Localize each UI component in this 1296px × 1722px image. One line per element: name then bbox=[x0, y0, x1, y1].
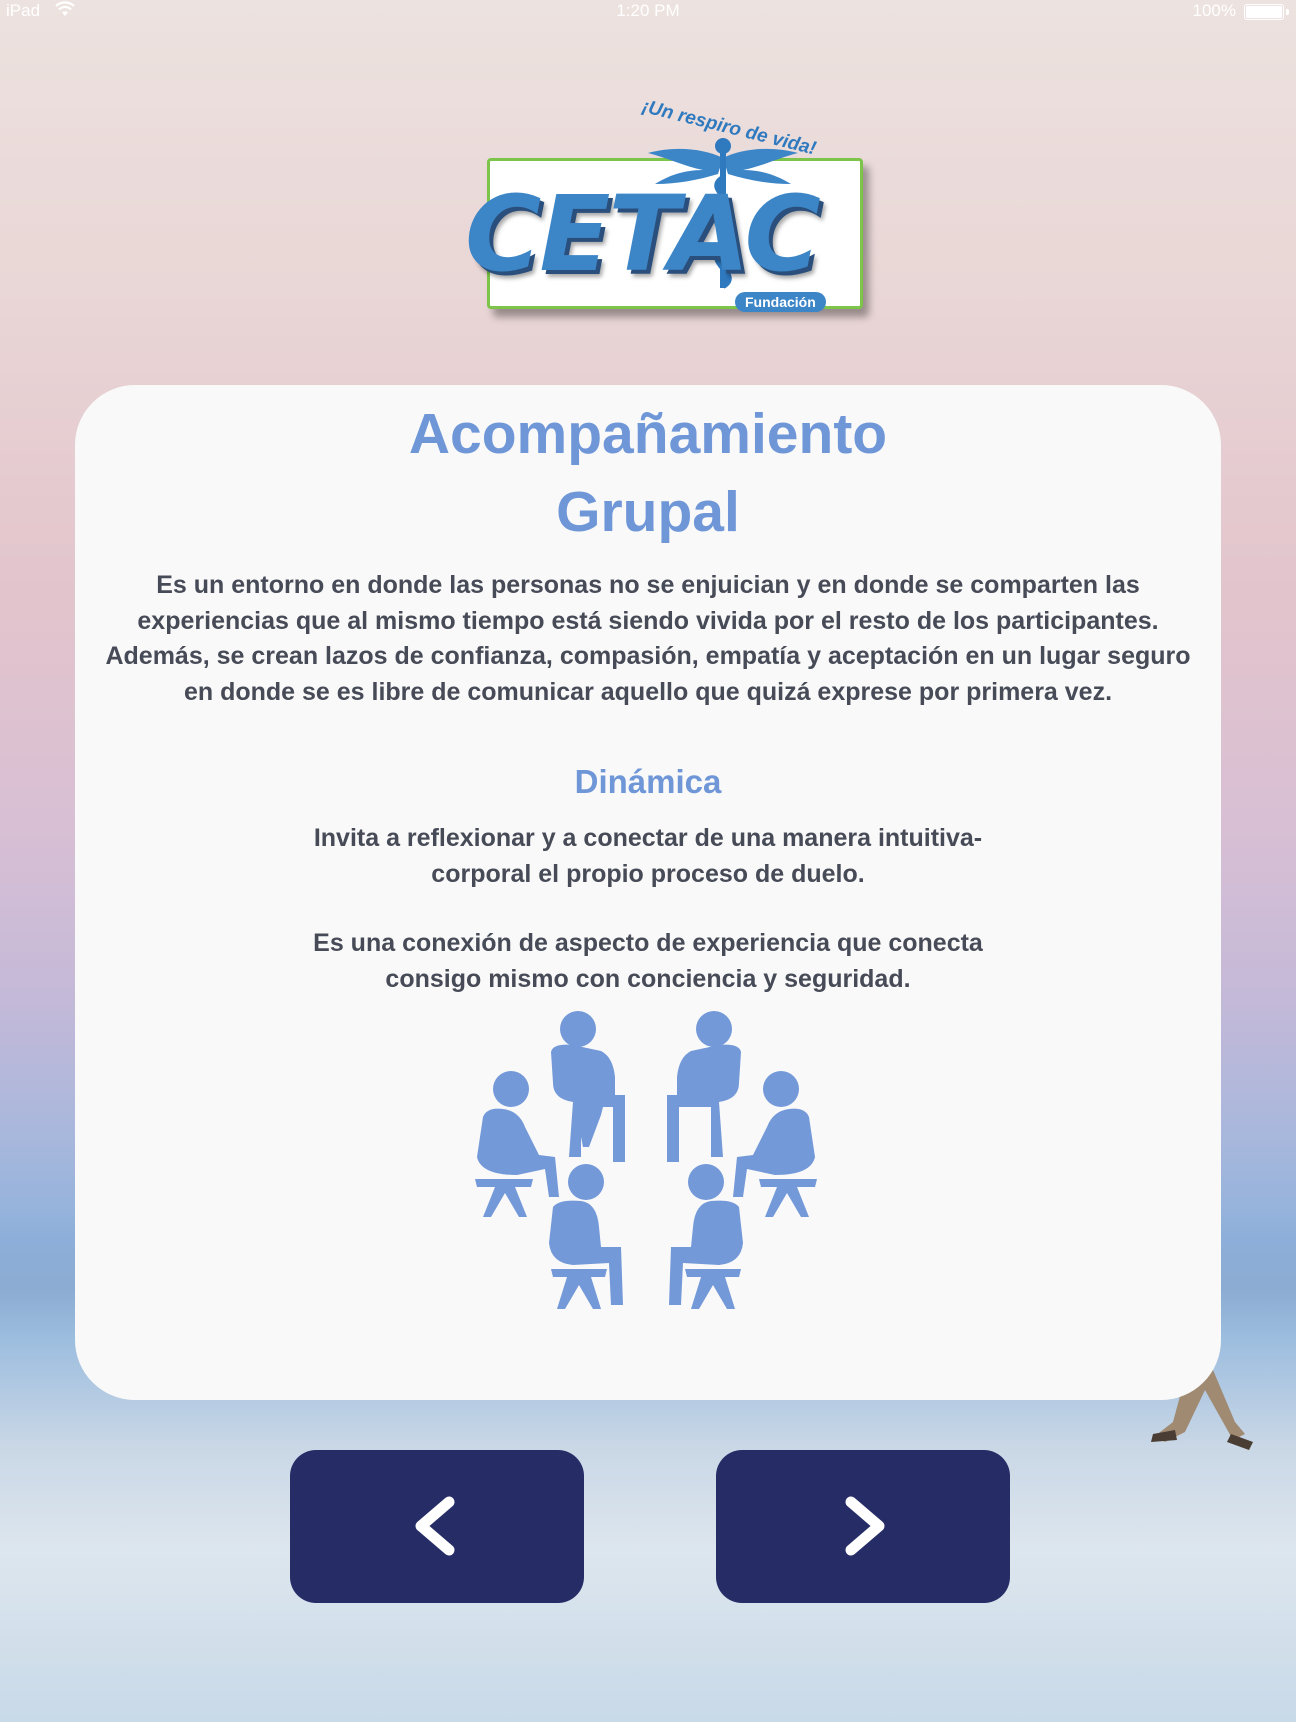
group-circle-icon bbox=[475, 1011, 817, 1309]
intro-paragraph: Es un entorno en donde las personas no s… bbox=[105, 571, 1191, 706]
content-card: Acompañamiento Grupal Es un entorno en d… bbox=[75, 385, 1221, 1400]
title-line-2: Grupal bbox=[556, 480, 740, 544]
previous-button[interactable] bbox=[290, 1450, 584, 1603]
battery-tip bbox=[1286, 9, 1289, 15]
page-title: Acompañamiento Grupal bbox=[75, 395, 1221, 551]
cetac-logo: ¡Un respiro de vida! CETAC Fundación bbox=[465, 90, 865, 325]
title-line-1: Acompañamiento bbox=[408, 402, 888, 466]
section-subtitle: Dinámica bbox=[574, 763, 722, 800]
battery-icon bbox=[1244, 4, 1284, 20]
next-button[interactable] bbox=[716, 1450, 1010, 1603]
battery-percent: 100% bbox=[1192, 1, 1236, 20]
dynamic-paragraph-1: Invita a reflexionar y a conectar de una… bbox=[313, 824, 983, 888]
dynamic-paragraph-2: Es una conexión de aspecto de experienci… bbox=[313, 929, 983, 993]
clock: 1:20 PM bbox=[616, 1, 680, 20]
logo-wordmark: CETAC bbox=[465, 173, 821, 295]
logo-badge: Fundación bbox=[735, 292, 826, 312]
chevron-left-icon bbox=[415, 1496, 455, 1556]
status-bar: iPad 1:20 PM 100% bbox=[0, 0, 1296, 24]
chevron-right-icon bbox=[845, 1496, 885, 1556]
